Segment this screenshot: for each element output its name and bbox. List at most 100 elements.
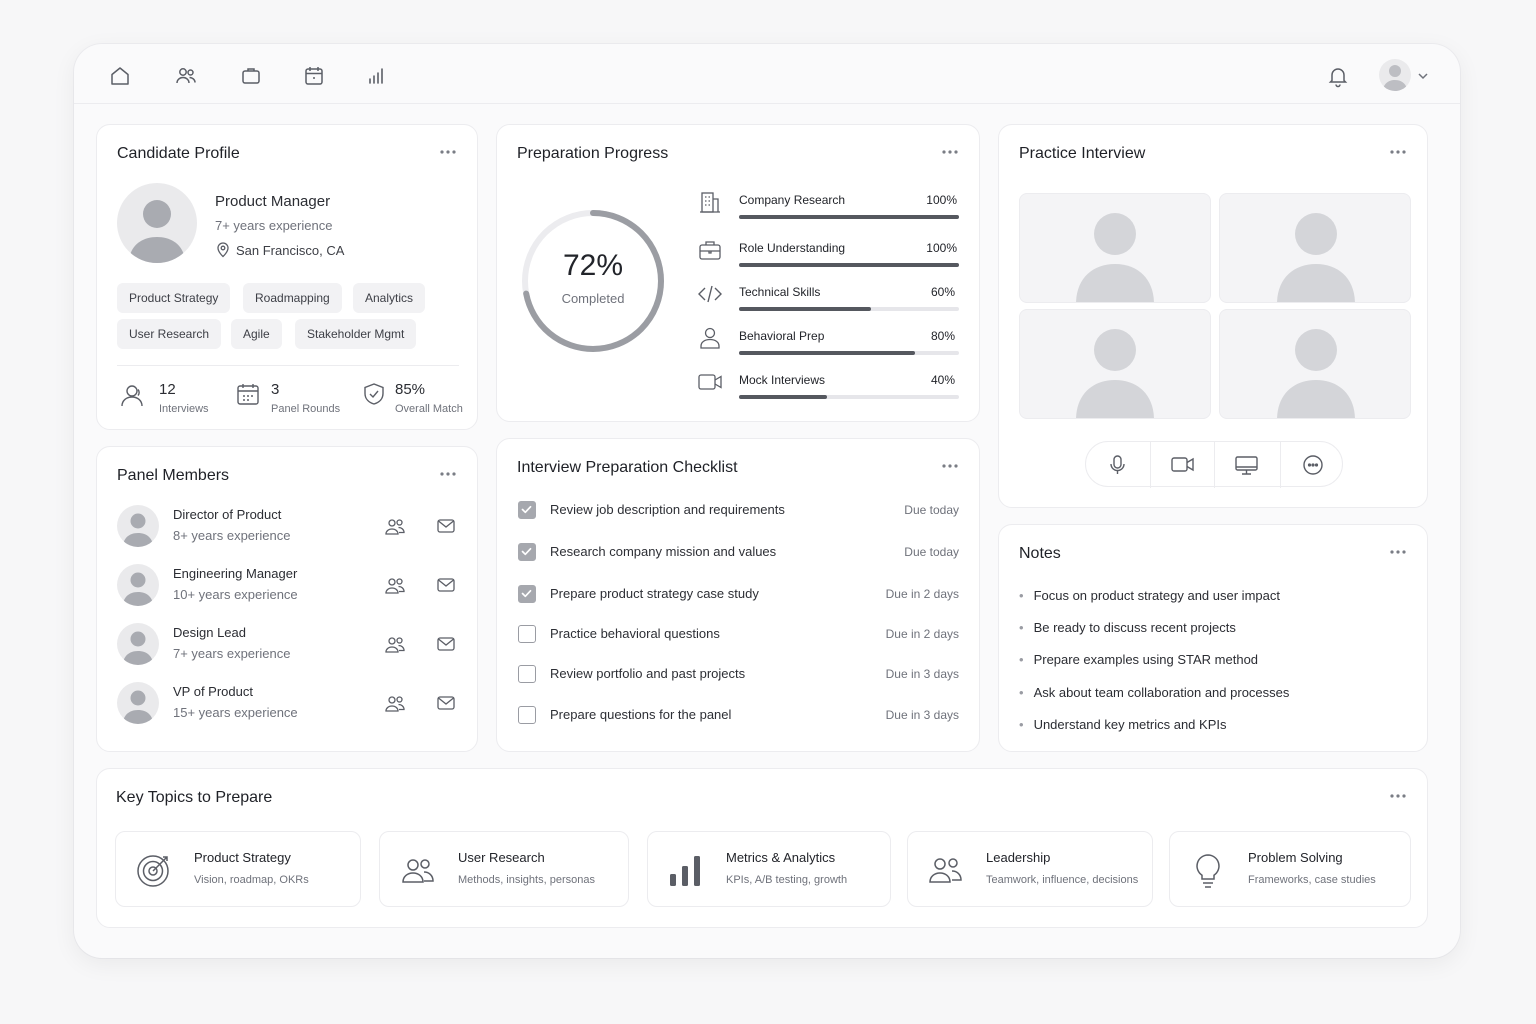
chevron-down-icon[interactable]: [1416, 66, 1430, 86]
progress-completed-label: Completed: [561, 291, 625, 306]
topic-subtitle: KPIs, A/B testing, growth: [726, 874, 848, 886]
topic-card-user-research[interactable]: User Research Methods, insights, persona…: [379, 831, 629, 907]
topic-title: Problem Solving: [1248, 850, 1343, 865]
progress-bar: [739, 263, 959, 267]
skill-chip[interactable]: Roadmapping: [243, 283, 342, 313]
more-options-icon[interactable]: [939, 143, 961, 161]
location-pin-icon: [215, 242, 231, 258]
checklist-item-text: Practice behavioral questions: [550, 626, 720, 641]
member-avatar: [117, 623, 159, 665]
mail-icon[interactable]: [435, 692, 457, 714]
video-participant-tile[interactable]: [1219, 193, 1411, 303]
home-icon[interactable]: [108, 64, 132, 88]
topic-title: Leadership: [986, 850, 1051, 865]
team-icon: [926, 850, 966, 890]
card-title: Interview Preparation Checklist: [517, 459, 738, 476]
more-options-icon[interactable]: [1387, 787, 1409, 805]
topic-subtitle: Methods, insights, personas: [458, 874, 595, 886]
more-options-icon[interactable]: [437, 143, 459, 161]
progress-bar: [739, 395, 959, 399]
checklist-due-date: Due in 2 days: [885, 587, 959, 601]
checklist-checkbox[interactable]: [518, 585, 536, 603]
team-view-icon[interactable]: [383, 515, 407, 539]
analytics-nav-icon[interactable]: [364, 64, 388, 88]
more-options-icon[interactable]: [1387, 143, 1409, 161]
user-avatar[interactable]: [1379, 59, 1411, 91]
calendar-icon: [235, 381, 261, 407]
checklist-checkbox[interactable]: [518, 706, 536, 724]
topic-subtitle: Teamwork, influence, decisions: [986, 874, 1139, 886]
candidate-avatar: [117, 183, 197, 263]
progress-bar: [739, 307, 959, 311]
progress-bar-fill: [739, 215, 959, 219]
note-item: Prepare examples using STAR method: [1019, 652, 1258, 667]
calendar-nav-icon[interactable]: [302, 64, 326, 88]
checklist-checkbox[interactable]: [518, 501, 536, 519]
checkmark-icon: [521, 505, 532, 514]
bar-chart-icon: [666, 850, 706, 890]
topic-card-problem-solving[interactable]: Problem Solving Frameworks, case studies: [1169, 831, 1411, 907]
more-options-icon[interactable]: [1387, 543, 1409, 561]
camera-icon[interactable]: [1150, 442, 1214, 488]
chat-icon[interactable]: [1280, 442, 1344, 488]
stat-label: Panel Rounds: [271, 403, 341, 415]
topic-card-leadership[interactable]: Leadership Teamwork, influence, decision…: [907, 831, 1153, 907]
skill-chip[interactable]: Stakeholder Mgmt: [295, 319, 417, 349]
skill-chip[interactable]: User Research: [117, 319, 222, 349]
progress-item-value: 80%: [930, 329, 955, 343]
checklist-checkbox[interactable]: [518, 543, 536, 561]
briefcase-icon: [697, 237, 723, 263]
member-avatar: [117, 564, 159, 606]
topic-card-metrics-analytics[interactable]: Metrics & Analytics KPIs, A/B testing, g…: [647, 831, 891, 907]
target-icon: [134, 850, 174, 890]
member-experience: 8+ years experience: [173, 528, 291, 543]
member-role: Design Lead: [173, 625, 246, 640]
topic-card-product-strategy[interactable]: Product Strategy Vision, roadmap, OKRs: [115, 831, 361, 907]
briefcase-nav-icon[interactable]: [239, 64, 263, 88]
stat-label: Overall Match: [395, 403, 463, 415]
checklist-due-date: Due in 3 days: [885, 708, 959, 722]
microphone-icon[interactable]: [1086, 442, 1150, 488]
video-participant-tile[interactable]: [1019, 193, 1211, 303]
team-view-icon[interactable]: [383, 574, 407, 598]
building-icon: [697, 189, 723, 215]
checklist-card: Interview Preparation Checklist Review j…: [496, 438, 980, 752]
team-view-icon[interactable]: [383, 633, 407, 657]
candidate-experience: 7+ years experience: [215, 218, 333, 233]
team-view-icon[interactable]: [383, 692, 407, 716]
skill-chip[interactable]: Agile: [231, 319, 282, 349]
progress-item-value: 100%: [926, 241, 957, 255]
member-avatar: [117, 682, 159, 724]
skill-chip[interactable]: Product Strategy: [117, 283, 231, 313]
stat-label: Interviews: [159, 403, 209, 415]
checkmark-icon: [521, 547, 532, 556]
skill-chip[interactable]: Analytics: [353, 283, 426, 313]
mail-icon[interactable]: [435, 574, 457, 596]
progress-item-label: Mock Interviews: [739, 373, 826, 387]
video-participant-tile[interactable]: [1019, 309, 1211, 419]
code-icon: [697, 281, 723, 307]
mail-icon[interactable]: [435, 633, 457, 655]
notification-bell-icon[interactable]: [1326, 64, 1350, 88]
progress-item-value: 100%: [926, 193, 957, 207]
member-role: Director of Product: [173, 507, 282, 522]
users-nav-icon[interactable]: [174, 64, 198, 88]
screen-share-icon[interactable]: [1214, 442, 1278, 488]
progress-percent: 72%: [562, 249, 624, 282]
checklist-checkbox[interactable]: [518, 625, 536, 643]
progress-item-label: Technical Skills: [739, 285, 821, 299]
checklist-due-date: Due in 3 days: [885, 667, 959, 681]
topic-title: Metrics & Analytics: [726, 850, 836, 865]
candidate-role: Product Manager: [215, 193, 331, 210]
more-options-icon[interactable]: [939, 457, 961, 475]
checklist-item-text: Review job description and requirements: [550, 502, 785, 517]
key-topics-card: Key Topics to Prepare Product Strategy V…: [96, 768, 1428, 928]
top-navigation-bar: [74, 44, 1460, 104]
checklist-checkbox[interactable]: [518, 665, 536, 683]
video-participant-tile[interactable]: [1219, 309, 1411, 419]
panel-member-row: Design Lead 7+ years experience: [97, 621, 479, 667]
stat-value: 85%: [395, 381, 426, 398]
more-options-icon[interactable]: [437, 465, 459, 483]
notes-card: Notes Focus on product strategy and user…: [998, 524, 1428, 752]
mail-icon[interactable]: [435, 515, 457, 537]
